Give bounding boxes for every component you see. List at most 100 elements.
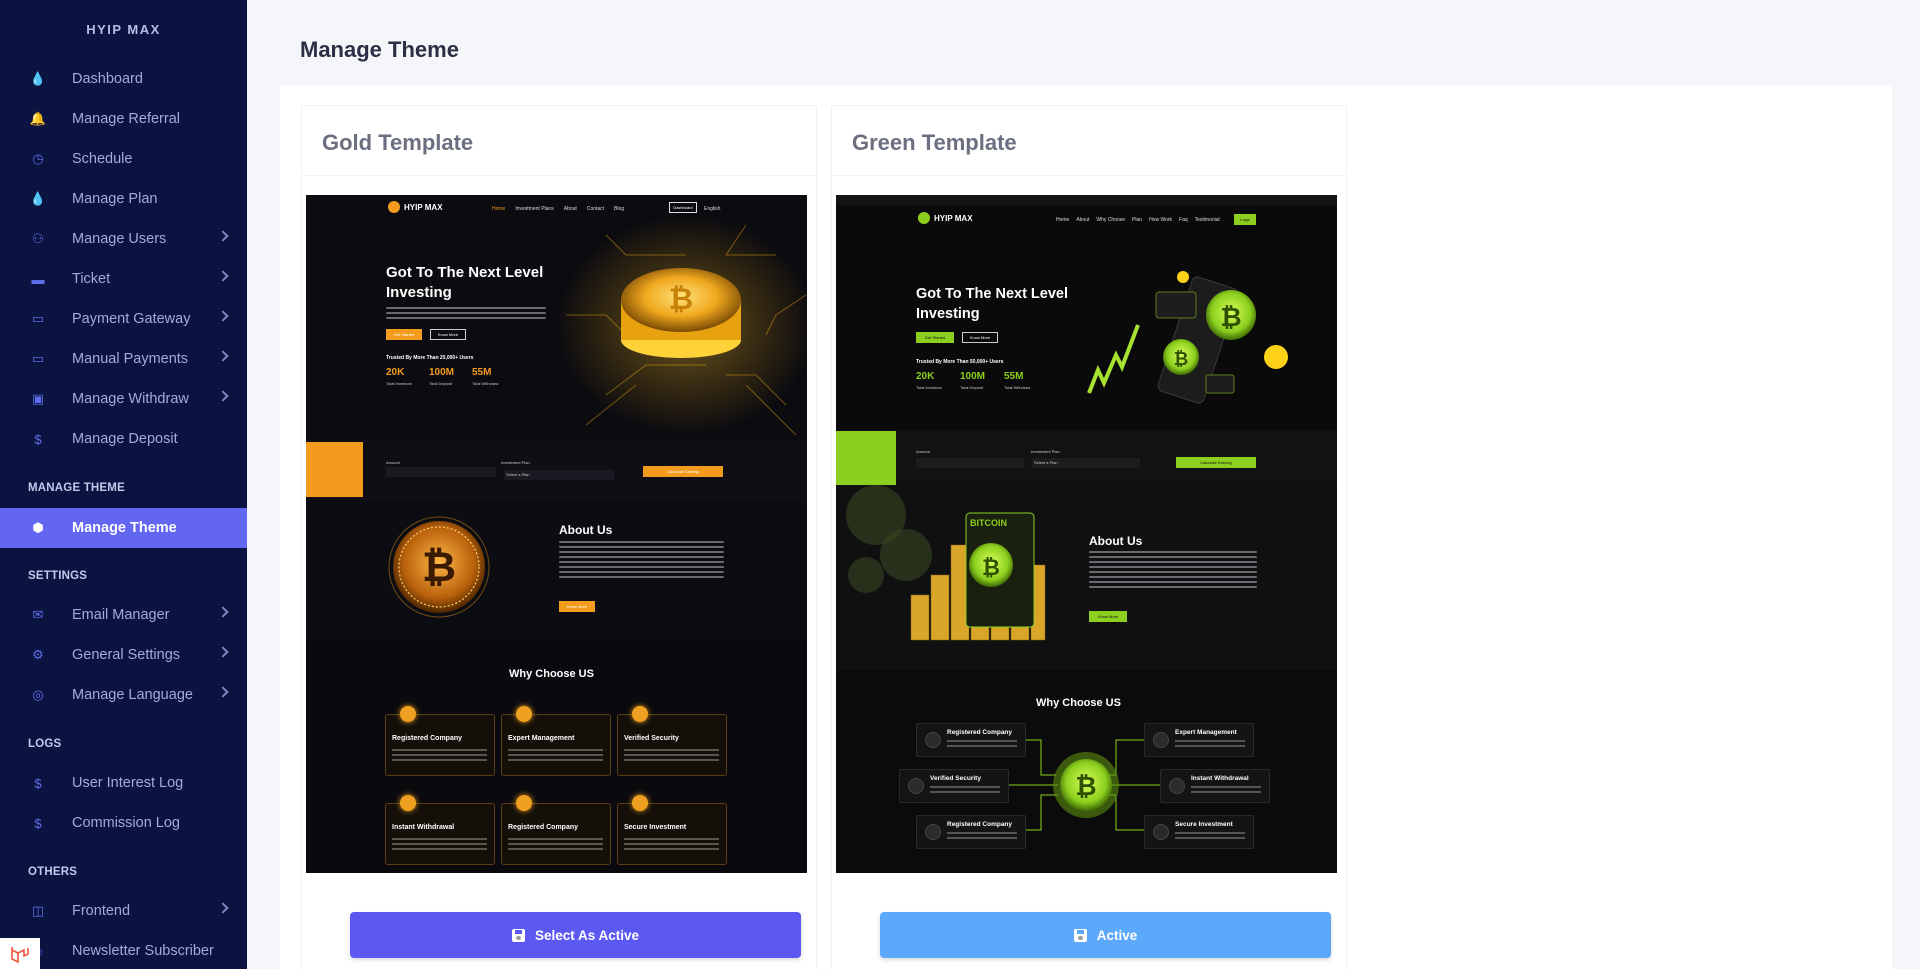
- sidebar-item-label: Ticket: [72, 271, 111, 287]
- theme-panel: Gold Template ₿ ₿ HYIP MAX Home Investme…: [280, 85, 1892, 969]
- sidebar-item-payment-gateway[interactable]: ▭ Payment Gateway: [0, 299, 247, 339]
- green-preview-stat-label: Total Investors: [916, 385, 942, 390]
- gold-preview-about-title: About Us: [559, 523, 613, 537]
- logo-text: HYIP MAX: [404, 202, 443, 212]
- gold-preview-feature-card: Expert Management: [501, 706, 611, 776]
- green-preview-trusted: Trusted By More Than 50,000+ Users: [916, 359, 1004, 365]
- gold-preview-hero-text: [386, 307, 546, 322]
- chevron-right-icon: [217, 390, 229, 402]
- sidebar-item-schedule[interactable]: ◷ Schedule: [0, 139, 247, 179]
- sidebar-item-label: Schedule: [72, 151, 133, 167]
- laravel-debugbar-icon[interactable]: [0, 938, 40, 969]
- sidebar-item-manage-language[interactable]: ◎ Manage Language: [0, 675, 247, 715]
- sidebar-item-manual-payments[interactable]: ▭ Manual Payments: [0, 339, 247, 379]
- hexagon-icon: ⬢: [32, 520, 44, 535]
- bell-icon: 🔔: [29, 111, 47, 126]
- sidebar-item-manage-withdraw[interactable]: ▣ Manage Withdraw: [0, 379, 247, 419]
- sidebar-item-manage-plan[interactable]: 💧 Manage Plan: [0, 179, 247, 219]
- sidebar-item-label: Newsletter Subscriber: [72, 943, 214, 959]
- feature-icon: [925, 732, 941, 748]
- chevron-right-icon: [217, 310, 229, 322]
- sidebar-item-user-interest-log[interactable]: $ User Interest Log: [0, 763, 247, 803]
- clock-icon: ◷: [32, 151, 44, 166]
- green-preview-get-started: Get Started: [916, 332, 954, 343]
- green-preview-feature-card: Instant Withdrawal: [1160, 769, 1270, 803]
- sidebar-item-manage-users[interactable]: ⚇ Manage Users: [0, 219, 247, 259]
- green-preview-stat-value: 100M: [960, 371, 986, 382]
- sidebar-item-label: Manage Language: [72, 687, 193, 703]
- feature-title: Registered Company: [508, 824, 579, 831]
- gold-preview-feature-card: Registered Company: [501, 795, 611, 865]
- nav-link: How Work: [1149, 217, 1173, 223]
- theme-card-title: Green Template: [852, 130, 1017, 155]
- sidebar-item-label: Manage Plan: [72, 191, 158, 207]
- feature-icon: [1153, 732, 1169, 748]
- sidebar-item-label: General Settings: [72, 647, 181, 663]
- gold-preview-nav-links: Home Investment Plans About Contact Blog: [492, 206, 624, 212]
- green-preview-calc-amount-field: [916, 458, 1024, 468]
- chevron-right-icon: [217, 270, 229, 282]
- sidebar: HYIP MAX 💧 Dashboard 🔔 Manage Referral ◷…: [0, 0, 247, 969]
- feature-icon: [908, 778, 924, 794]
- green-template-preview: ₿ ₿ ₿ ₿ HYIP MAX Home About Why Choose P…: [836, 195, 1337, 873]
- nav-link: About: [1076, 217, 1090, 223]
- button-label: Active: [1096, 927, 1138, 943]
- gold-preview-trusted: Trusted By More Than 20,000+ Users: [386, 355, 474, 361]
- svg-text:₿: ₿: [422, 543, 456, 590]
- gold-preview-stat-value: 20K: [386, 367, 405, 378]
- nav-link: Why Choose: [1096, 217, 1126, 223]
- active-button[interactable]: Active: [880, 912, 1331, 958]
- sidebar-item-commission-log[interactable]: $ Commission Log: [0, 803, 247, 843]
- globe-icon: ◎: [32, 687, 44, 702]
- gold-preview-why-title: Why Choose US: [509, 668, 594, 680]
- gold-preview-get-started: Get Started: [386, 329, 422, 340]
- sidebar-item-dashboard[interactable]: 💧 Dashboard: [0, 59, 247, 99]
- lang-text: English: [704, 206, 721, 212]
- envelope-icon: ✉: [32, 607, 44, 622]
- sidebar-item-frontend[interactable]: ◫ Frontend: [0, 891, 247, 931]
- sidebar-item-ticket[interactable]: ▬ Ticket: [0, 259, 247, 299]
- gold-preview-calc-plan-field: Select a Plan: [504, 470, 614, 480]
- green-preview-feature-card: Expert Management: [1144, 723, 1254, 757]
- green-preview-feature-card: Registered Company: [916, 723, 1026, 757]
- sidebar-item-email-manager[interactable]: ✉ Email Manager: [0, 595, 247, 635]
- green-preview-bitcoin-label: BITCOIN: [970, 518, 1007, 528]
- sidebar-item-label: Manage Withdraw: [72, 391, 189, 407]
- gold-preview-dashboard-btn: Dashboard: [669, 202, 697, 213]
- svg-text:₿: ₿: [982, 555, 1000, 580]
- gold-preview-stat-label: Total Withdraw: [472, 381, 499, 386]
- green-preview-hero-title: Got To The Next Level Investing: [916, 286, 1069, 322]
- svg-text:₿: ₿: [669, 283, 693, 316]
- section-title-manage-theme: MANAGE THEME: [28, 482, 125, 494]
- divider: [832, 175, 1346, 176]
- sidebar-item-label: Payment Gateway: [72, 311, 191, 327]
- svg-text:₿: ₿: [1220, 302, 1241, 332]
- gold-preview-feature-card: Instant Withdrawal: [385, 795, 495, 865]
- divider: [302, 175, 816, 176]
- brand-name[interactable]: HYIP MAX: [0, 0, 247, 58]
- sidebar-item-label: Email Manager: [72, 607, 170, 623]
- chevron-right-icon: [217, 902, 229, 914]
- sidebar-item-label: User Interest Log: [72, 775, 184, 791]
- sidebar-item-manage-deposit[interactable]: $ Manage Deposit: [0, 419, 247, 459]
- sidebar-item-label: Manual Payments: [72, 351, 189, 367]
- sidebar-item-manage-theme[interactable]: ⬢ Manage Theme: [0, 508, 247, 548]
- gold-preview-stat-label: Total Deposit: [429, 381, 453, 386]
- gold-preview-about-text: [559, 541, 724, 581]
- green-preview-calc-button: Calculate Earning: [1176, 457, 1256, 468]
- feature-title: Expert Management: [508, 735, 575, 742]
- sidebar-item-manage-referral[interactable]: 🔔 Manage Referral: [0, 99, 247, 139]
- gold-preview-calc-amount-label: Amount: [386, 460, 400, 465]
- gold-preview-lang: English: [704, 206, 720, 212]
- gold-preview-know-more: Know More: [430, 329, 466, 340]
- feature-icon: [632, 706, 648, 722]
- sidebar-item-label: Commission Log: [72, 815, 180, 831]
- nav-link: Blog: [614, 206, 625, 212]
- sidebar-item-general-settings[interactable]: ⚙ General Settings: [0, 635, 247, 675]
- credit-card-icon: ▭: [31, 311, 45, 326]
- save-icon: [1073, 928, 1087, 942]
- gold-preview-calc-button: Calculate Earning: [643, 466, 723, 477]
- select-as-active-button[interactable]: Select As Active: [350, 912, 801, 958]
- nav-link: Contact: [586, 206, 605, 212]
- gold-preview-logo: HYIP MAX: [388, 201, 443, 213]
